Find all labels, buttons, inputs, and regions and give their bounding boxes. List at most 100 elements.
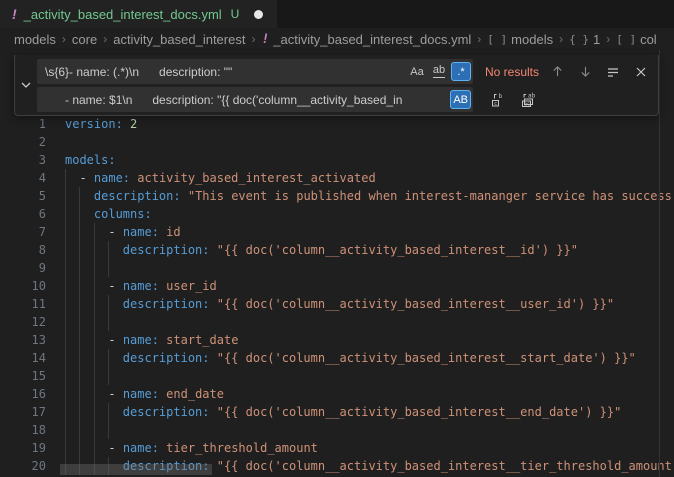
line-number: 10: [0, 277, 46, 295]
regex-toggle[interactable]: .*: [451, 62, 471, 81]
code-line[interactable]: 12: [0, 313, 674, 331]
replace-all-button[interactable]: ab ac: [517, 89, 539, 111]
code-text: [65, 421, 123, 439]
breadcrumb-label: col: [640, 32, 657, 47]
tab-bar: ! _activity_based_interest_docs.yml U: [0, 0, 674, 28]
code-line[interactable]: 16 - name: end_date: [0, 385, 674, 403]
line-number: 5: [0, 187, 46, 205]
breadcrumb-label: 1: [593, 32, 600, 47]
svg-text:ab: ab: [528, 92, 536, 99]
code-text: description: "{{ doc('column__activity_b…: [65, 349, 636, 367]
line-number: 18: [0, 421, 46, 439]
replace-value-text[interactable]: - name: $1\n description: "{{ doc('colum…: [45, 93, 450, 107]
close-icon[interactable]: [630, 61, 652, 83]
breadcrumb-label: models: [511, 32, 553, 47]
breadcrumb-separator: ›: [606, 32, 610, 46]
tab-activity-based-interest-docs[interactable]: ! _activity_based_interest_docs.yml U: [0, 0, 277, 28]
code-text: version: 2: [65, 115, 137, 133]
breadcrumb-separator: ›: [477, 32, 481, 46]
code-line[interactable]: 3 models:: [0, 151, 674, 169]
replace-input[interactable]: - name: $1\n description: "{{ doc('colum…: [37, 87, 473, 112]
code-text: [65, 313, 123, 331]
code-text: description: "{{ doc('column__activity_b…: [65, 241, 578, 259]
code-line[interactable]: 7 - name: id: [0, 223, 674, 241]
line-number: 8: [0, 241, 46, 259]
horizontal-scrollbar[interactable]: [60, 464, 212, 475]
code-text: [65, 259, 123, 277]
line-number: 2: [0, 133, 46, 151]
code-line[interactable]: 14 description: "{{ doc('column__activit…: [0, 349, 674, 367]
line-number: 4: [0, 169, 46, 187]
find-query-text[interactable]: \s{6}- name: (.*)\n description: "": [45, 65, 407, 79]
code-line[interactable]: 9: [0, 259, 674, 277]
next-match-button[interactable]: [574, 61, 596, 83]
code-text: [65, 367, 123, 385]
breadcrumb-item-core[interactable]: core: [72, 32, 97, 47]
breadcrumb-separator: ›: [103, 32, 107, 46]
breadcrumb-item-activity_based_interest[interactable]: activity_based_interest: [113, 32, 245, 47]
toggle-replace-chevron[interactable]: [15, 55, 37, 115]
code-text: - name: user_id: [65, 277, 217, 295]
find-replace-widget: \s{6}- name: (.*)\n description: "" Aa a…: [14, 55, 659, 116]
code-line[interactable]: 18: [0, 421, 674, 439]
symbol-icon: [ ]: [616, 33, 636, 46]
scrollbar-track-edge: [659, 50, 660, 477]
code-line[interactable]: 1 version: 2: [0, 115, 674, 133]
preserve-case-toggle[interactable]: AB: [450, 90, 471, 109]
unsaved-changes-dot[interactable]: [254, 10, 263, 19]
breadcrumb-item-models[interactable]: models: [14, 32, 56, 47]
code-text: - name: start_date: [65, 331, 238, 349]
code-area[interactable]: 1version: 223models:4 - name: activity_b…: [0, 115, 674, 477]
find-input[interactable]: \s{6}- name: (.*)\n description: "" Aa a…: [37, 59, 473, 84]
code-line[interactable]: 10 - name: user_id: [0, 277, 674, 295]
code-text: description: "This event is published wh…: [65, 187, 672, 205]
breadcrumb-item-col[interactable]: [ ] col: [616, 32, 657, 47]
symbol-icon: { }: [569, 33, 589, 46]
breadcrumb-separator: ›: [559, 32, 563, 46]
code-text: - name: tier_threshold_amount: [65, 439, 318, 457]
find-results-status: No results: [485, 65, 539, 79]
line-number: 17: [0, 403, 46, 421]
breadcrumb-item-_activity_based_interest_docs.yml[interactable]: !_activity_based_interest_docs.yml: [261, 32, 471, 47]
replace-button[interactable]: b c: [487, 89, 509, 111]
code-text: - name: activity_based_interest_activate…: [65, 169, 376, 187]
code-text: models:: [65, 151, 116, 169]
breadcrumb-separator: ›: [62, 32, 66, 46]
code-line[interactable]: 2: [0, 133, 674, 151]
vscode-window: ! _activity_based_interest_docs.yml U mo…: [0, 0, 674, 477]
code-text: - name: id: [65, 223, 181, 241]
code-line[interactable]: 6 columns:: [0, 205, 674, 223]
line-number: 20: [0, 457, 46, 475]
breadcrumb-label: activity_based_interest: [113, 32, 245, 47]
code-line[interactable]: 11 description: "{{ doc('column__activit…: [0, 295, 674, 313]
tab-title: _activity_based_interest_docs.yml: [24, 7, 222, 22]
svg-text:b: b: [499, 93, 503, 100]
code-text: description: "{{ doc('column__activity_b…: [65, 403, 621, 421]
line-number: 9: [0, 259, 46, 277]
breadcrumb-separator: ›: [251, 32, 255, 46]
code-line[interactable]: 4 - name: activity_based_interest_activa…: [0, 169, 674, 187]
code-line[interactable]: 13 - name: start_date: [0, 331, 674, 349]
code-line[interactable]: 17 description: "{{ doc('column__activit…: [0, 403, 674, 421]
svg-text:c: c: [494, 101, 497, 107]
chevron-down-icon: [20, 79, 32, 91]
code-line[interactable]: 5 description: "This event is published …: [0, 187, 674, 205]
find-in-selection-button[interactable]: [602, 61, 624, 83]
code-line[interactable]: 15: [0, 367, 674, 385]
line-number: 15: [0, 367, 46, 385]
whole-word-toggle[interactable]: ab: [429, 62, 449, 81]
code-line[interactable]: 19 - name: tier_threshold_amount: [0, 439, 674, 457]
line-number: 1: [0, 115, 46, 133]
breadcrumb-label: _activity_based_interest_docs.yml: [273, 32, 471, 47]
breadcrumb-item-models[interactable]: [ ]models: [487, 32, 553, 47]
line-number: 12: [0, 313, 46, 331]
match-case-toggle[interactable]: Aa: [407, 62, 427, 81]
breadcrumb-item-1[interactable]: { } 1: [569, 32, 600, 47]
line-number: 3: [0, 151, 46, 169]
line-number: 13: [0, 331, 46, 349]
previous-match-button[interactable]: [546, 61, 568, 83]
line-number: 6: [0, 205, 46, 223]
breadcrumb-label: models: [14, 32, 56, 47]
code-line[interactable]: 8 description: "{{ doc('column__activity…: [0, 241, 674, 259]
line-number: 16: [0, 385, 46, 403]
